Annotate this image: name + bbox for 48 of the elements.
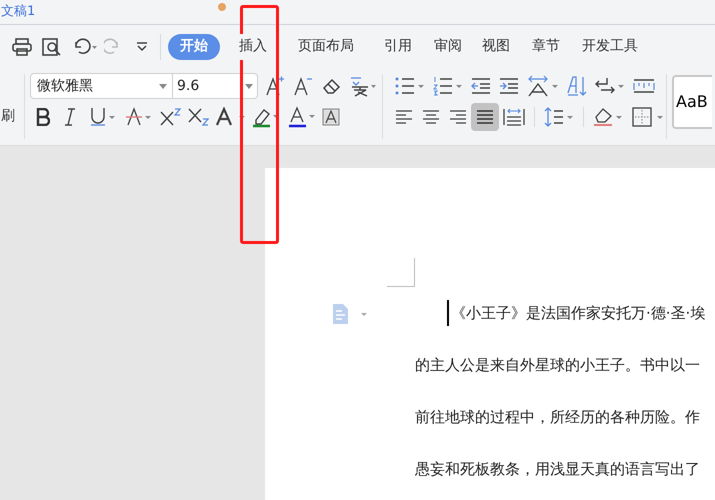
character-spacing-icon[interactable]	[527, 75, 559, 97]
bold-icon[interactable]	[36, 108, 50, 126]
superscript-icon[interactable]	[160, 107, 182, 127]
eraser-icon[interactable]	[322, 78, 342, 94]
print-preview-icon[interactable]	[42, 38, 62, 56]
decrease-font-size-icon[interactable]	[294, 76, 312, 96]
margin-corner-mark	[387, 258, 415, 287]
increase-indent-icon[interactable]	[499, 76, 519, 96]
dropdown-caret-icon[interactable]	[159, 84, 167, 89]
style-preview-tile[interactable]: AaB	[672, 75, 712, 129]
paragraph-line: 愚妄和死板教条，用浅显天真的语言写出了	[415, 458, 700, 480]
pinyin-icon[interactable]	[350, 75, 376, 97]
italic-icon[interactable]	[64, 108, 76, 126]
line-break-icon[interactable]	[595, 76, 625, 96]
align-right-icon[interactable]	[449, 109, 467, 125]
borders-icon[interactable]	[632, 107, 664, 127]
format-painter-label[interactable]: 刷	[1, 106, 15, 127]
text-direction-icon[interactable]	[567, 75, 587, 97]
strikethrough-icon[interactable]	[126, 107, 152, 127]
line-spacing-icon[interactable]	[544, 107, 574, 127]
underline-icon[interactable]	[90, 107, 116, 127]
justify-button[interactable]	[471, 103, 499, 131]
decrease-indent-icon[interactable]	[471, 76, 491, 96]
bullet-list-icon[interactable]	[395, 76, 425, 96]
paragraph-line: 《小王子》是法国作家安托万·德·圣·埃	[451, 302, 706, 324]
font-size-field[interactable]: 9.6	[173, 73, 258, 99]
justify-icon	[476, 109, 494, 125]
increase-font-size-icon[interactable]	[266, 76, 284, 96]
font-color-icon[interactable]	[288, 106, 316, 128]
subscript-icon[interactable]	[188, 107, 210, 127]
paragraph-line: 前往地球的过程中，所经历的各种历险。作	[415, 406, 700, 428]
print-icon[interactable]	[12, 38, 32, 56]
ribbon-tab[interactable]: 插入	[237, 34, 269, 60]
character-shading-icon[interactable]	[322, 108, 340, 126]
customize-caret-icon[interactable]	[136, 40, 148, 52]
text-effect-icon[interactable]	[216, 107, 246, 127]
distributed-align-icon[interactable]	[503, 108, 525, 126]
paragraph-line: 的主人公是来自外星球的小王子。书中以一	[415, 354, 700, 376]
ruler-icon[interactable]	[633, 79, 655, 93]
dropdown-caret-icon[interactable]	[245, 84, 253, 89]
font-name-field[interactable]: 微软雅黑	[30, 73, 173, 99]
undo-icon[interactable]	[72, 38, 98, 56]
numbered-list-icon[interactable]	[433, 76, 463, 96]
shading-icon[interactable]	[593, 106, 623, 128]
text-cursor	[447, 300, 449, 326]
align-left-icon[interactable]	[395, 109, 413, 125]
align-center-icon[interactable]	[422, 109, 440, 125]
document-tab-title[interactable]: 文稿1	[1, 2, 36, 22]
